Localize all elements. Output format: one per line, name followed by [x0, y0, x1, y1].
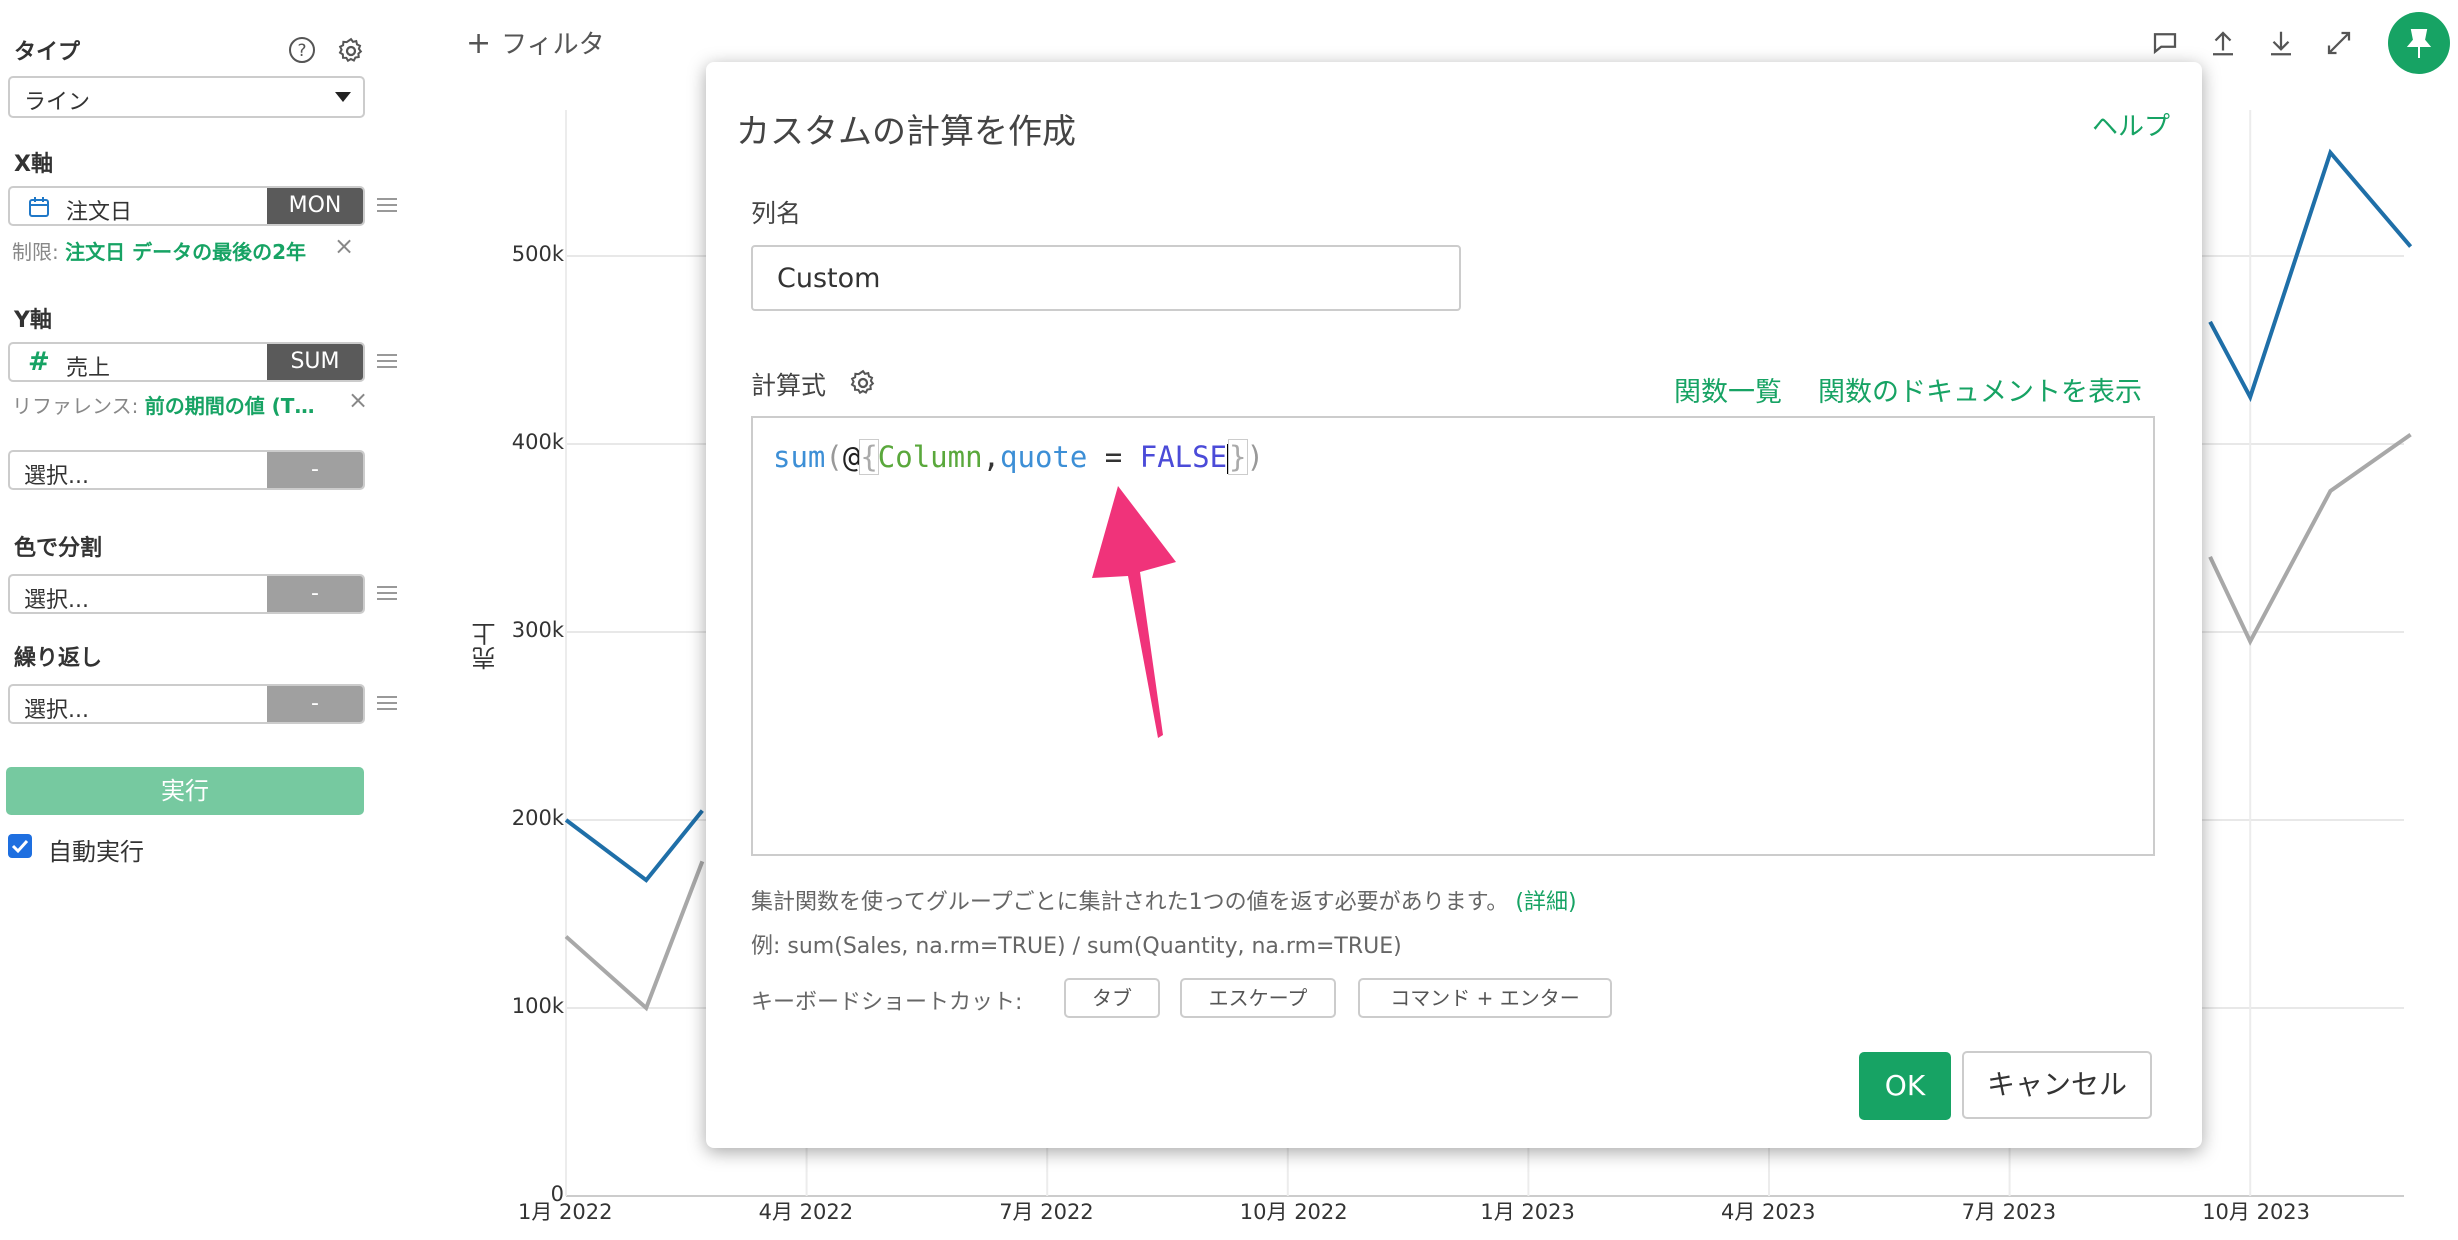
code-paren-close: )	[1246, 440, 1264, 474]
code-brace-close: }	[1228, 439, 1248, 475]
function-docs-link[interactable]: 関数のドキュメントを表示	[1818, 370, 2142, 409]
code-value: FALSE	[1139, 440, 1228, 474]
formula-editor[interactable]: sum(@{Column,quote = FALSE})	[751, 416, 2155, 856]
formula-label: 計算式	[751, 371, 827, 400]
function-list-link[interactable]: 関数一覧	[1674, 370, 1782, 409]
code-equals: =	[1087, 440, 1140, 474]
shortcut-escape: エスケープ	[1180, 978, 1336, 1018]
code-paren-open: (	[825, 440, 843, 474]
series-line-1	[2208, 432, 2412, 646]
code-at: @	[842, 440, 861, 474]
series-line-0	[2208, 148, 2413, 403]
code-brace-open: {	[859, 439, 879, 475]
code-param: quote	[1000, 440, 1088, 474]
formula-code: sum(@{Column,quote = FALSE})	[773, 439, 1264, 475]
help-link[interactable]: ヘルプ	[2092, 106, 2170, 143]
code-fn: sum	[773, 440, 826, 474]
shortcut-command-enter: コマンド + エンター	[1358, 978, 1612, 1018]
example-text: 例: sum(Sales, na.rm=TRUE) / sum(Quantity…	[751, 934, 1402, 959]
series-line-1	[564, 860, 705, 1012]
code-column: Column	[877, 440, 983, 474]
column-name-label: 列名	[751, 199, 802, 228]
ok-button[interactable]: OK	[1859, 1052, 1951, 1120]
cancel-button[interactable]: キャンセル	[1962, 1051, 2152, 1119]
series-line-0	[564, 809, 704, 883]
shortcut-tab: タブ	[1064, 978, 1160, 1018]
dialog-title: カスタムの計算を作成	[736, 112, 1076, 152]
note-text: 集計関数を使ってグループごとに集計された1つの値を返す必要があります。	[751, 890, 1509, 915]
shortcut-label: キーボードショートカット:	[751, 990, 1023, 1015]
details-link[interactable]: (詳細)	[1515, 890, 1576, 915]
code-comma: ,	[982, 440, 1001, 474]
aggregation-note: 集計関数を使ってグループごとに集計された1つの値を返す必要があります。 (詳細)	[751, 884, 1577, 916]
custom-calc-dialog: カスタムの計算を作成 ヘルプ 列名 Custom 計算式 関数一覧 関数のドキュ…	[706, 62, 2202, 1148]
column-name-input[interactable]: Custom	[751, 245, 1461, 311]
formula-gear-icon[interactable]	[848, 368, 878, 398]
